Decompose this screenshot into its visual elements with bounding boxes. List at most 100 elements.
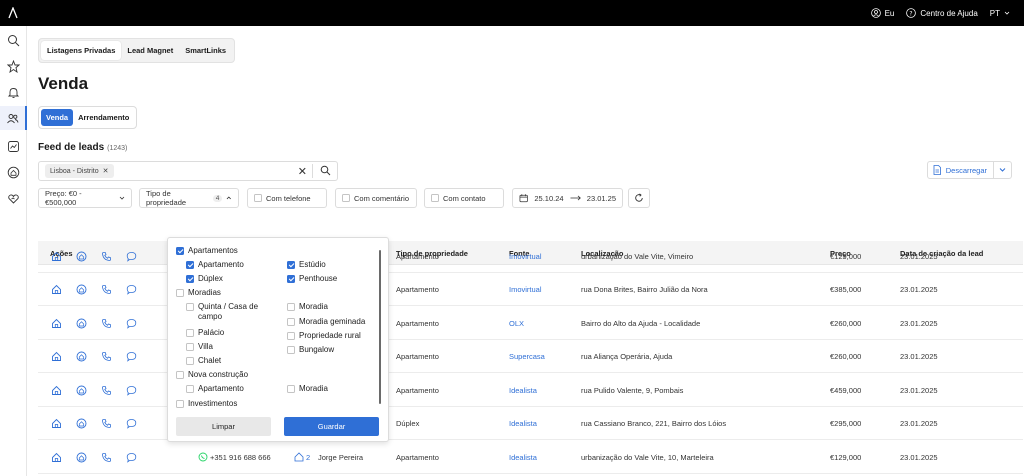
option-checkbox[interactable] (186, 357, 194, 365)
reset-filters-button[interactable] (628, 188, 650, 208)
option-checkbox[interactable] (186, 261, 194, 269)
property-type-option[interactable]: Moradia geminada (287, 317, 365, 327)
house-icon[interactable] (50, 384, 63, 397)
phone-icon[interactable] (100, 250, 113, 263)
house-icon[interactable] (50, 250, 63, 263)
with-comment-checkbox[interactable] (342, 194, 350, 202)
download-button[interactable]: Descarregar (926, 161, 1012, 179)
with-contact-checkbox[interactable] (431, 194, 439, 202)
message-icon[interactable] (125, 283, 138, 296)
phone-icon[interactable] (100, 283, 113, 296)
house-icon[interactable] (50, 451, 63, 464)
property-type-option[interactable]: Apartamento (186, 384, 244, 394)
download-main[interactable]: Descarregar (928, 162, 994, 178)
property-type-option[interactable]: Estúdio (287, 260, 326, 270)
option-checkbox[interactable] (186, 343, 194, 351)
download-options-toggle[interactable] (994, 166, 1011, 175)
source-link[interactable]: OLX (509, 319, 524, 328)
whatsapp-icon[interactable] (198, 452, 208, 464)
house-search-icon[interactable] (75, 350, 88, 363)
sidebar-leads[interactable] (0, 106, 27, 130)
property-type-option[interactable]: Bungalow (287, 345, 334, 355)
dropdown-scrollbar[interactable] (379, 250, 381, 404)
message-icon[interactable] (125, 384, 138, 397)
option-checkbox[interactable] (186, 303, 194, 311)
clear-button[interactable]: Limpar (176, 417, 271, 436)
sidebar-care[interactable] (0, 186, 27, 210)
sidebar-properties[interactable] (0, 160, 27, 184)
message-icon[interactable] (125, 451, 138, 464)
location-search-input[interactable]: Lisboa - Distrito ✕ ✕ (38, 161, 338, 181)
sidebar-favorites[interactable] (0, 54, 27, 78)
tab-venda[interactable]: Venda (41, 109, 74, 126)
app-logo[interactable] (0, 0, 26, 26)
subnav-private-listings[interactable]: Listagens Privadas (41, 41, 122, 60)
option-checkbox[interactable] (176, 289, 184, 297)
table-row[interactable]: +351 916 688 666 2 Jorge Pereira Apartament… (38, 441, 1023, 474)
house-icon[interactable] (50, 283, 63, 296)
message-icon[interactable] (125, 417, 138, 430)
subnav-smartlinks[interactable]: SmartLinks (179, 41, 232, 60)
save-button[interactable]: Guardar (284, 417, 379, 436)
source-link[interactable]: Supercasa (509, 352, 545, 361)
option-checkbox[interactable] (287, 275, 295, 283)
chip-remove-icon[interactable]: ✕ (103, 167, 109, 175)
house-icon[interactable] (50, 417, 63, 430)
property-type-option[interactable]: Moradia (287, 384, 328, 394)
source-link[interactable]: Idealista (509, 453, 537, 462)
property-type-option[interactable]: Nova construção (176, 370, 248, 380)
property-type-option[interactable]: Penthouse (287, 274, 337, 284)
house-search-icon[interactable] (75, 451, 88, 464)
option-checkbox[interactable] (287, 318, 295, 326)
clear-search-icon[interactable]: ✕ (298, 165, 307, 178)
message-icon[interactable] (125, 317, 138, 330)
language-selector[interactable]: PT (990, 9, 1010, 18)
linked-properties-count[interactable]: 2 (306, 453, 310, 462)
house-icon[interactable] (50, 350, 63, 363)
date-range-filter[interactable]: 25.10.24 23.01.25 (512, 188, 623, 208)
house-search-icon[interactable] (75, 384, 88, 397)
property-type-filter[interactable]: Tipo de propriedade 4 (139, 188, 239, 208)
property-type-option[interactable]: Moradias (176, 288, 221, 298)
option-checkbox[interactable] (287, 346, 295, 354)
option-checkbox[interactable] (176, 247, 184, 255)
property-type-option[interactable]: Apartamentos (176, 246, 238, 256)
linked-properties[interactable] (294, 452, 304, 464)
source-link[interactable]: Idealista (509, 419, 537, 428)
message-icon[interactable] (125, 350, 138, 363)
house-icon[interactable] (50, 317, 63, 330)
sidebar-search[interactable] (0, 28, 27, 52)
subnav-lead-magnet[interactable]: Lead Magnet (121, 41, 179, 60)
search-icon[interactable] (320, 165, 331, 178)
source-link[interactable]: Imovirtual (509, 252, 542, 261)
property-type-option[interactable]: Villa (186, 342, 213, 352)
sidebar-analytics[interactable] (0, 134, 27, 158)
property-type-option[interactable]: Propriedade rural (287, 331, 361, 341)
option-checkbox[interactable] (186, 385, 194, 393)
help-center-link[interactable]: ? Centro de Ajuda (906, 8, 978, 18)
house-search-icon[interactable] (75, 283, 88, 296)
property-type-option[interactable]: Moradia (287, 302, 328, 312)
user-menu[interactable]: Eu (870, 8, 894, 18)
phone-icon[interactable] (100, 451, 113, 464)
property-type-option[interactable]: Chalet (186, 356, 221, 366)
phone-icon[interactable] (100, 350, 113, 363)
option-checkbox[interactable] (186, 329, 194, 337)
option-checkbox[interactable] (287, 303, 295, 311)
option-checkbox[interactable] (176, 400, 184, 408)
with-phone-filter[interactable]: Com telefone (247, 188, 327, 208)
message-icon[interactable] (125, 250, 138, 263)
phone-icon[interactable] (100, 384, 113, 397)
option-checkbox[interactable] (176, 371, 184, 379)
source-link[interactable]: Idealista (509, 386, 537, 395)
property-type-option[interactable]: Quinta / Casa de campo (186, 302, 276, 322)
option-checkbox[interactable] (287, 385, 295, 393)
option-checkbox[interactable] (287, 332, 295, 340)
price-filter[interactable]: Preço: €0 - €500,000 (38, 188, 132, 208)
source-link[interactable]: Imovirtual (509, 285, 542, 294)
house-search-icon[interactable] (75, 250, 88, 263)
property-type-option[interactable]: Palácio (186, 328, 224, 338)
property-type-option[interactable]: Apartamento (186, 260, 244, 270)
property-type-option[interactable]: Investimentos (176, 399, 237, 409)
option-checkbox[interactable] (186, 275, 194, 283)
